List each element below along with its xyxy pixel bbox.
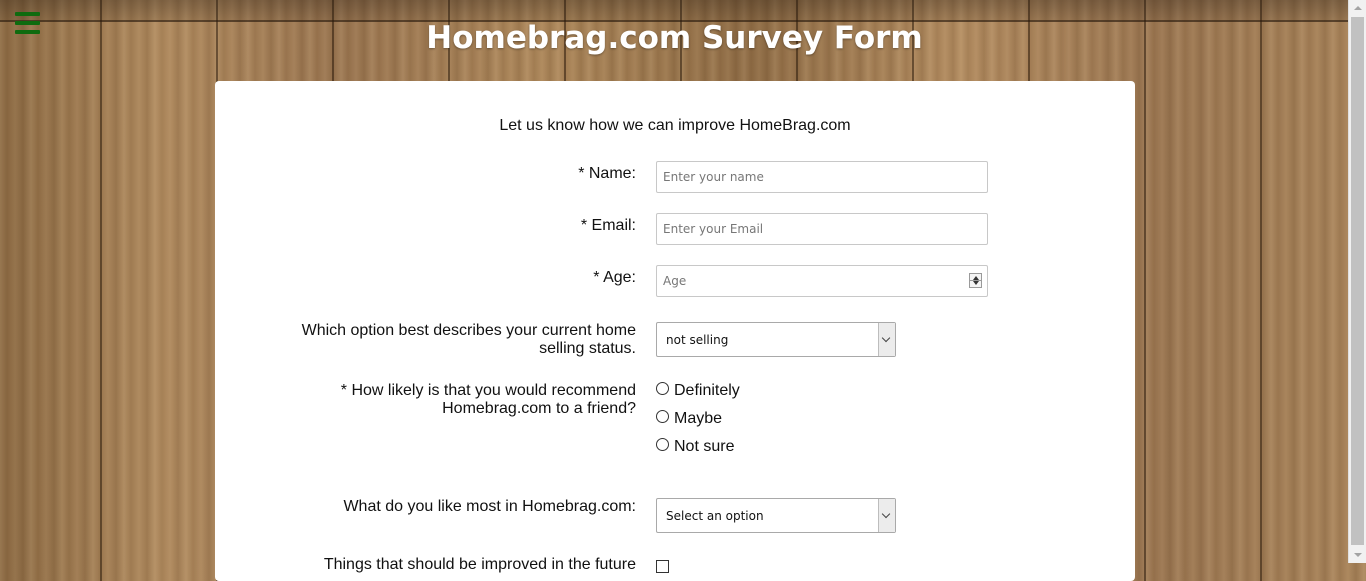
scrollbar-thumb[interactable] (1351, 17, 1364, 545)
like-most-select[interactable]: Select an option (656, 498, 896, 533)
like-most-label: What do you like most in Homebrag.com: (343, 498, 636, 515)
select-arrow-box (878, 499, 895, 532)
chevron-down-icon (881, 509, 891, 519)
radio-button[interactable] (656, 410, 669, 424)
selling-status-label-line2: selling status. (539, 340, 636, 357)
vertical-scrollbar[interactable] (1348, 0, 1366, 563)
radio-option-definitely[interactable]: Definitely (656, 382, 740, 400)
name-label: * Name: (578, 165, 636, 182)
form-intro: Let us know how we can improve HomeBrag.… (499, 117, 851, 134)
radio-label: Maybe (674, 410, 723, 427)
email-input[interactable] (656, 213, 988, 245)
selling-status-label: Which option best describes your current… (256, 322, 636, 358)
age-field (656, 265, 988, 297)
name-input[interactable] (656, 161, 988, 193)
selling-status-select[interactable]: not selling (656, 322, 896, 357)
age-stepper[interactable] (969, 273, 982, 288)
radio-button[interactable] (656, 382, 669, 396)
recommend-label: * How likely is that you would recommend… (256, 382, 636, 418)
age-label: * Age: (593, 269, 636, 286)
scroll-down-icon[interactable] (1349, 546, 1366, 563)
survey-form-card: Let us know how we can improve HomeBrag.… (215, 81, 1135, 581)
menu-bar (15, 12, 40, 16)
radio-label: Not sure (674, 438, 735, 455)
like-most-value: Select an option (666, 509, 764, 523)
improve-checkbox[interactable] (656, 560, 669, 573)
select-arrow-box (878, 323, 895, 356)
recommend-label-line1: * How likely is that you would recommend (340, 382, 636, 399)
selling-status-value: not selling (666, 333, 729, 347)
email-label: * Email: (580, 217, 636, 234)
stepper-down-icon[interactable] (973, 281, 979, 285)
chevron-down-icon (881, 333, 891, 343)
radio-button[interactable] (656, 438, 669, 452)
recommend-options: Definitely Maybe Not sure (656, 382, 856, 472)
radio-label: Definitely (674, 382, 740, 399)
recommend-label-line2: Homebrag.com to a friend? (442, 400, 636, 417)
radio-option-maybe[interactable]: Maybe (656, 410, 722, 428)
selling-status-label-line1: Which option best describes your current… (301, 322, 636, 339)
page-title: Homebrag.com Survey Form (426, 20, 923, 56)
radio-option-not-sure[interactable]: Not sure (656, 438, 734, 456)
scroll-up-icon[interactable] (1349, 0, 1366, 17)
improve-label: Things that should be improved in the fu… (323, 556, 636, 573)
header-band (0, 0, 1349, 22)
age-input[interactable] (656, 265, 988, 297)
